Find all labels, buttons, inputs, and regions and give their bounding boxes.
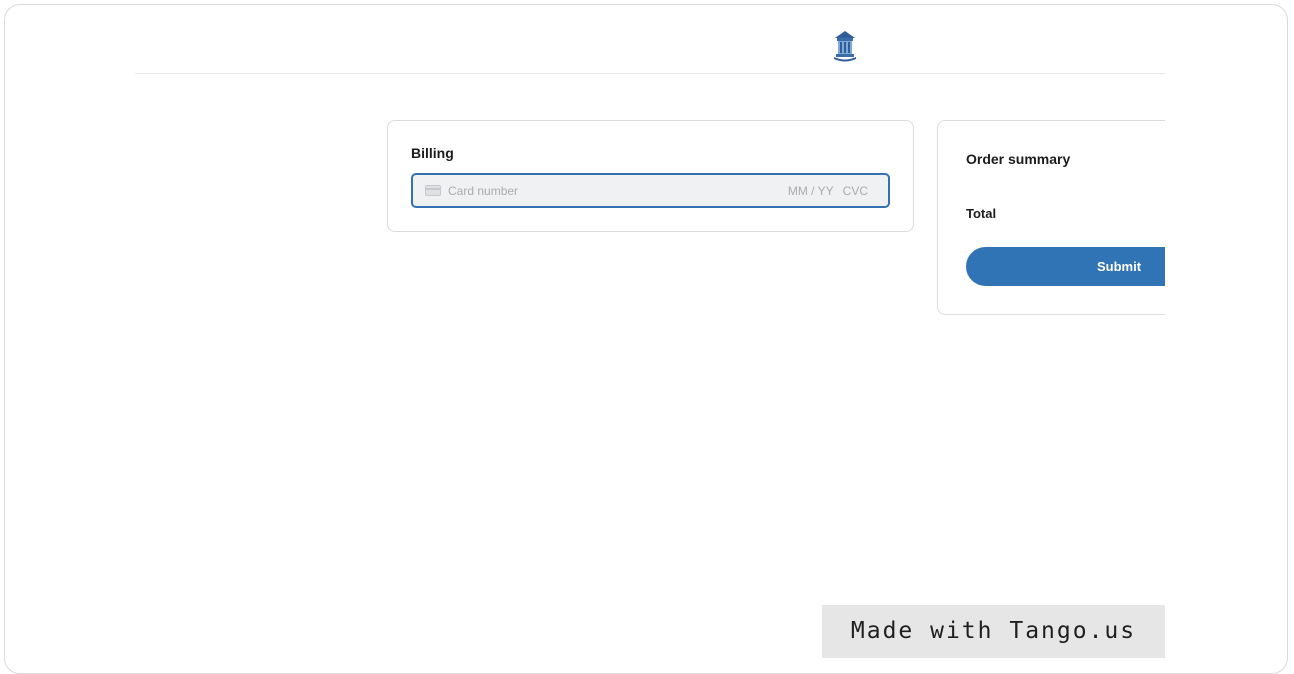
header-divider xyxy=(135,73,1165,74)
card-expiry-placeholder[interactable]: MM / YY xyxy=(788,184,834,198)
order-summary-card: Order summary Total Submit xyxy=(937,120,1165,315)
card-cvc-placeholder[interactable]: CVC xyxy=(843,184,868,198)
total-label: Total xyxy=(966,206,997,221)
library-building-icon[interactable] xyxy=(831,30,859,62)
credit-card-icon xyxy=(425,185,441,196)
page-viewport: Billing Card number MM / YY CVC Order su… xyxy=(5,5,1165,673)
submit-button[interactable]: Submit xyxy=(966,247,1165,286)
browser-frame: Billing Card number MM / YY CVC Order su… xyxy=(4,4,1288,674)
tango-watermark: Made with Tango.us xyxy=(822,605,1165,658)
order-summary-title: Order summary xyxy=(966,151,1071,167)
card-number-placeholder[interactable]: Card number xyxy=(448,184,788,198)
billing-title: Billing xyxy=(411,145,454,161)
billing-card: Billing Card number MM / YY CVC xyxy=(387,120,914,232)
card-details-input[interactable]: Card number MM / YY CVC xyxy=(411,173,890,208)
